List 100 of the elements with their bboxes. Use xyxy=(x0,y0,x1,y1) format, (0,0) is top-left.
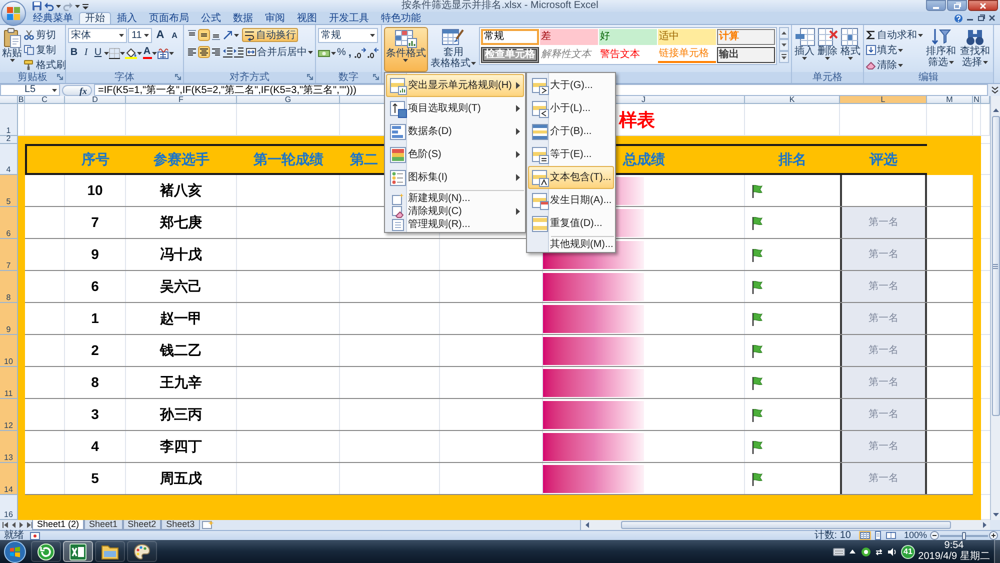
scroll-thumb[interactable] xyxy=(992,116,1000,416)
align-right-icon[interactable] xyxy=(210,46,222,58)
sync-icon[interactable] xyxy=(874,546,884,556)
autosum-button[interactable]: 自动求和 xyxy=(866,28,923,42)
font-size-dropdown[interactable]: 11 xyxy=(128,28,152,43)
align-left-icon[interactable] xyxy=(186,46,198,58)
column-header[interactable]: D xyxy=(65,96,126,103)
insert-button[interactable]: 插入 xyxy=(794,27,815,72)
shrink-font-button[interactable]: A xyxy=(168,28,181,43)
row-header[interactable]: 12 xyxy=(0,399,18,431)
restore-icon[interactable] xyxy=(977,14,985,22)
comma-style-button[interactable]: , xyxy=(346,46,353,60)
sheet-tab[interactable]: Sheet3 xyxy=(161,520,200,530)
cell-style[interactable]: 差 xyxy=(540,29,598,45)
paste-button[interactable]: 粘贴 xyxy=(2,27,22,72)
cell-style[interactable]: 适中 xyxy=(658,29,716,45)
table-cell[interactable] xyxy=(840,175,927,206)
dialog-launcher-icon[interactable] xyxy=(175,74,181,80)
find-select-button[interactable]: 查找和 选择 xyxy=(959,27,991,72)
previous-sheet-icon[interactable] xyxy=(10,521,17,529)
sheet-tab[interactable]: Sheet1 (2) xyxy=(32,520,84,530)
zoom-level[interactable]: 100% xyxy=(904,531,927,540)
underline-button[interactable]: U xyxy=(92,46,104,60)
format-button[interactable]: 格式 xyxy=(840,27,861,72)
column-header[interactable]: M xyxy=(927,96,973,103)
taskbar-button[interactable] xyxy=(127,541,157,562)
menu-item[interactable]: 介于(B)... xyxy=(528,120,614,143)
row-header[interactable]: 14 xyxy=(0,463,18,495)
close-button[interactable] xyxy=(968,0,998,11)
row-header[interactable]: 6 xyxy=(0,207,18,239)
delete-button[interactable]: 删除 xyxy=(817,27,838,72)
menu-item[interactable]: 新建规则(N)... xyxy=(386,192,524,205)
sort-filter-button[interactable]: 排序和 筛选 xyxy=(925,27,957,72)
menu-item[interactable]: 项目选取规则(T) xyxy=(386,97,524,120)
expand-icon[interactable] xyxy=(990,85,1000,95)
sheet-tab[interactable]: Sheet1 xyxy=(84,520,123,530)
gallery-more-icon[interactable] xyxy=(779,51,789,63)
cell-style[interactable]: 输出 xyxy=(717,47,775,63)
taskbar-button[interactable] xyxy=(31,541,61,562)
font-name-dropdown[interactable]: 宋体 xyxy=(68,28,128,43)
bold-button[interactable]: B xyxy=(68,46,80,60)
fill-button[interactable]: 填充 xyxy=(866,43,923,57)
percent-button[interactable]: % xyxy=(337,46,346,60)
zoom-out-icon[interactable] xyxy=(930,531,939,540)
normal-view-icon[interactable] xyxy=(858,531,871,540)
ribbon-tab[interactable]: 经典菜单 xyxy=(27,12,79,24)
row-header[interactable]: 2 xyxy=(0,136,18,144)
ribbon-tab[interactable]: 视图 xyxy=(291,12,323,24)
column-header[interactable]: G xyxy=(237,96,340,103)
gallery-down-icon[interactable] xyxy=(779,39,789,51)
merge-center-button[interactable]: 合并后居中 xyxy=(246,45,313,59)
scroll-thumb[interactable] xyxy=(621,521,951,529)
dialog-launcher-icon[interactable] xyxy=(307,74,313,80)
insert-function-button[interactable]: fx xyxy=(62,84,92,96)
wrap-text-button[interactable]: 自动换行 xyxy=(242,28,298,42)
format-painter-button[interactable]: 格式刷 xyxy=(24,58,66,72)
orientation-icon[interactable] xyxy=(222,29,234,41)
start-orb-icon[interactable] xyxy=(3,540,27,562)
gallery-up-icon[interactable] xyxy=(779,27,789,39)
name-box[interactable]: L5 xyxy=(0,84,60,96)
undo-icon[interactable] xyxy=(44,1,54,11)
row-header[interactable]: 9 xyxy=(0,303,18,335)
ribbon-tab[interactable]: 开始 xyxy=(79,12,111,24)
clock-date[interactable]: 2019/4/9 星期二 xyxy=(918,551,990,562)
increase-indent-icon[interactable] xyxy=(233,46,244,58)
slider-thumb[interactable] xyxy=(962,532,966,540)
align-center-icon[interactable] xyxy=(198,46,210,58)
borders-icon[interactable] xyxy=(109,48,120,58)
increase-decimal-icon[interactable] xyxy=(354,47,366,59)
menu-item[interactable]: 管理规则(R)... xyxy=(386,218,524,231)
ribbon-tab[interactable]: 公式 xyxy=(195,12,227,24)
banknote-icon[interactable] xyxy=(318,47,330,59)
row-header[interactable]: 5 xyxy=(0,175,18,207)
decrease-indent-icon[interactable] xyxy=(222,46,233,58)
ribbon-tab[interactable]: 审阅 xyxy=(259,12,291,24)
speaker-icon[interactable] xyxy=(887,546,897,556)
column-header[interactable]: L xyxy=(840,96,927,103)
taskbar-button[interactable] xyxy=(63,541,93,562)
menu-item[interactable]: 其他规则(M)... xyxy=(528,238,614,251)
cell-style[interactable]: 常规 xyxy=(481,29,539,45)
phonetic-guide-icon[interactable] xyxy=(157,47,169,59)
ribbon-tab[interactable]: 开发工具 xyxy=(323,12,375,24)
grow-font-button[interactable]: A xyxy=(153,28,168,43)
round-badge-icon[interactable] xyxy=(861,546,871,556)
vertical-scrollbar[interactable] xyxy=(990,96,1000,520)
ribbon-tab[interactable]: 数据 xyxy=(227,12,259,24)
keyboard-icon[interactable] xyxy=(833,546,845,556)
ribbon-tab[interactable]: 特色功能 xyxy=(375,12,427,24)
conditional-format-button[interactable]: 条件格式 xyxy=(384,27,428,72)
zoom-in-icon[interactable] xyxy=(989,531,998,540)
customize-icon[interactable] xyxy=(82,2,89,10)
first-sheet-icon[interactable] xyxy=(2,521,9,529)
save-icon[interactable] xyxy=(32,1,42,11)
menu-item[interactable]: 文本包含(T)... xyxy=(528,166,614,189)
decrease-decimal-icon[interactable] xyxy=(367,47,379,59)
cell-style[interactable]: 好 xyxy=(599,29,657,45)
page-break-icon[interactable] xyxy=(884,531,897,540)
column-header[interactable]: N xyxy=(973,96,981,103)
record-macro-icon[interactable] xyxy=(30,532,40,540)
row-header[interactable]: 13 xyxy=(0,431,18,463)
